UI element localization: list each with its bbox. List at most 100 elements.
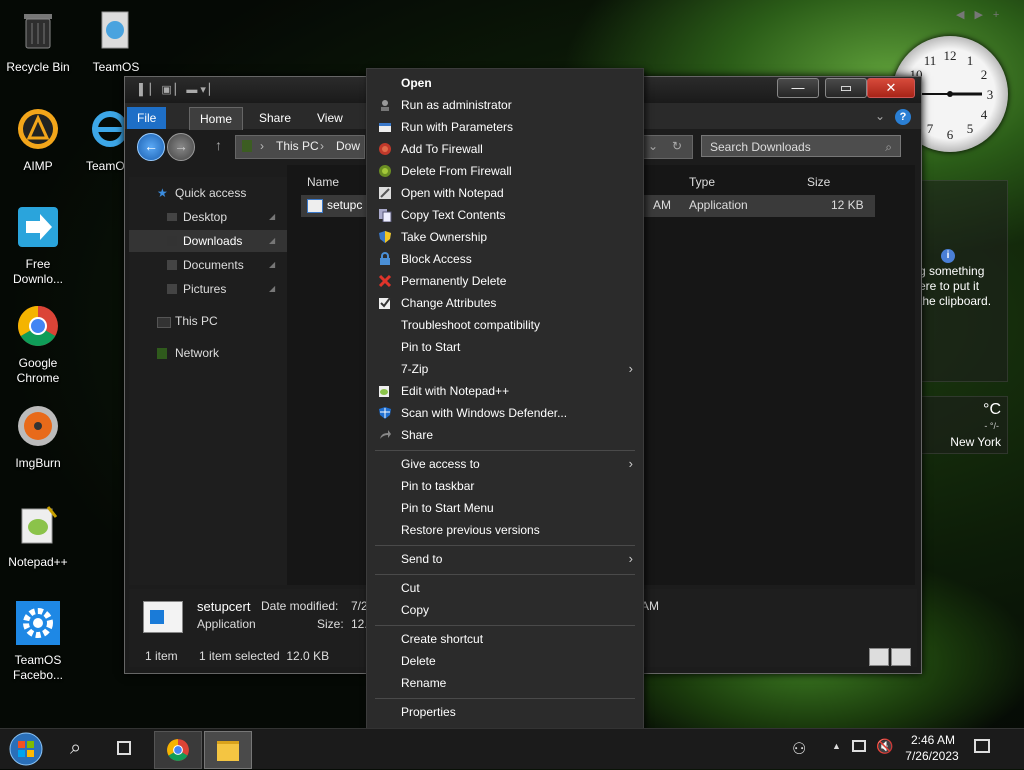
nav-documents[interactable]: Documents ◢ [129, 254, 287, 276]
menu-item-run-as-administrator[interactable]: Run as administrator [367, 94, 643, 116]
taskbar-chrome[interactable] [154, 731, 202, 769]
column-type[interactable]: Type [689, 171, 715, 193]
desktop-icon-teamos[interactable]: TeamOS [78, 8, 154, 75]
menu-item-share[interactable]: Share [367, 424, 643, 446]
search-button[interactable]: ⌕ [56, 731, 102, 767]
network-status-icon[interactable] [852, 740, 866, 752]
menu-item-give-access-to[interactable]: Give access to › [367, 453, 643, 475]
desktop-icon-label: ImgBurn [15, 456, 61, 470]
desktop-icon-teamos-facebook[interactable]: TeamOS Facebo... [0, 601, 76, 683]
menu-label: Create shortcut [401, 632, 484, 646]
ribbon-expand-icon[interactable]: ⌄ [875, 109, 885, 123]
menu-item-delete[interactable]: Delete [367, 650, 643, 672]
maximize-button[interactable]: ▭ [825, 78, 867, 98]
nav-label: Quick access [175, 186, 247, 200]
taskbar-date[interactable]: 7/26/2023 [900, 749, 964, 763]
desktop-icon-recycle-bin[interactable]: Recycle Bin [0, 8, 76, 75]
help-icon[interactable]: ? [895, 109, 911, 125]
red-x-icon [378, 274, 392, 288]
large-icons-view-icon[interactable] [891, 648, 911, 666]
menu-item-pin-to-start-menu[interactable]: Pin to Start Menu [367, 497, 643, 519]
menu-item-run-with-parameters[interactable]: Run with Parameters [367, 116, 643, 138]
desktop-icon-aimp[interactable]: AIMP [0, 107, 76, 174]
address-dropdown-icon[interactable]: ⌄ [648, 139, 658, 153]
menu-item-cut[interactable]: Cut [367, 577, 643, 599]
menu-item-copy-text-contents[interactable]: Copy Text Contents [367, 204, 643, 226]
desktop-icon-imgburn[interactable]: ImgBurn [0, 404, 76, 471]
context-menu: Open Run as administrator Run with Param… [366, 68, 644, 732]
menu-item-properties[interactable]: Properties [367, 701, 643, 723]
nav-network[interactable]: Network [129, 342, 287, 364]
nav-downloads[interactable]: Downloads ◢ [129, 230, 287, 252]
gadget-nav-arrows[interactable]: ◀▶+ [956, 8, 1009, 21]
search-icon[interactable]: ⌕ [885, 136, 892, 158]
menu-item-add-to-firewall[interactable]: Add To Firewall [367, 138, 643, 160]
svg-text:3: 3 [987, 87, 994, 102]
people-icon[interactable]: ⚇ [792, 739, 806, 759]
menu-label: Cut [401, 581, 420, 595]
menu-label: 7-Zip [401, 362, 429, 376]
tab-file[interactable]: File [127, 107, 167, 129]
task-view-button[interactable] [102, 731, 148, 767]
menu-item-restore-previous-versions[interactable]: Restore previous versions [367, 519, 643, 541]
back-button[interactable]: ← [137, 133, 165, 161]
desktop-icon-label: TeamOS [92, 60, 140, 74]
forward-button[interactable]: → [167, 133, 195, 161]
windows-orb-icon [9, 732, 43, 766]
breadcrumb-this-pc[interactable]: This PC [276, 139, 319, 153]
address-bar[interactable]: › This PC › Dow [235, 135, 365, 159]
nav-this-pc[interactable]: This PC [129, 310, 287, 332]
action-center-icon[interactable] [974, 739, 990, 753]
close-button[interactable]: ✕ [867, 78, 915, 98]
tab-view[interactable]: View [307, 107, 353, 129]
minimize-button[interactable]: — [777, 78, 819, 98]
menu-item-open-with-notepad[interactable]: Open with Notepad [367, 182, 643, 204]
address-bar-end[interactable]: ⌄ ↻ [643, 135, 693, 159]
tab-share[interactable]: Share [249, 107, 301, 129]
nav-desktop[interactable]: Desktop ◢ [129, 206, 287, 228]
breadcrumb-downloads[interactable]: Dow [336, 139, 360, 153]
svg-text:4: 4 [981, 107, 988, 122]
menu-item-send-to[interactable]: Send to › [367, 548, 643, 570]
menu-item-block-access[interactable]: Block Access [367, 248, 643, 270]
nav-label: Documents [183, 258, 244, 272]
up-button[interactable]: ↑ [215, 137, 222, 153]
menu-item-pin-to-start[interactable]: Pin to Start [367, 336, 643, 358]
nav-pictures[interactable]: Pictures ◢ [129, 278, 287, 300]
pictures-folder-icon [167, 284, 177, 294]
desktop-icon-google-chrome[interactable]: Google Chrome [0, 304, 76, 386]
menu-item-delete-from-firewall[interactable]: Delete From Firewall [367, 160, 643, 182]
clipboard-text: g something ere to put it the clipboard. [919, 264, 992, 308]
refresh-icon[interactable]: ↻ [672, 139, 682, 153]
menu-item-change-attributes[interactable]: Change Attributes [367, 292, 643, 314]
recycle-bin-icon [24, 14, 52, 49]
desktop-icon-label: Notepad++ [8, 555, 68, 569]
copy-text-icon [379, 209, 392, 222]
menu-item-edit-with-notepadpp[interactable]: Edit with Notepad++ [367, 380, 643, 402]
show-hidden-icons-icon[interactable]: ▲ [832, 741, 841, 751]
taskbar-time[interactable]: 2:46 AM [904, 733, 962, 747]
quick-access-toolbar[interactable]: ▌ ▏ ▣ ▏ ▬ ▾ ▏ [139, 83, 217, 96]
desktop-icon-notepadpp[interactable]: Notepad++ [0, 503, 76, 570]
menu-item-7zip[interactable]: 7-Zip › [367, 358, 643, 380]
menu-item-open[interactable]: Open [367, 72, 643, 94]
nav-quick-access[interactable]: ★ Quick access [129, 182, 287, 204]
desktop-icon-free-download[interactable]: Free Downlo... [0, 205, 76, 287]
menu-item-scan-with-defender[interactable]: Scan with Windows Defender... [367, 402, 643, 424]
menu-item-rename[interactable]: Rename [367, 672, 643, 694]
search-box[interactable]: Search Downloads ⌕ [701, 135, 901, 157]
menu-item-take-ownership[interactable]: Take Ownership [367, 226, 643, 248]
taskbar-file-explorer[interactable] [204, 731, 252, 769]
nav-label: Desktop [183, 210, 228, 224]
menu-item-pin-to-taskbar[interactable]: Pin to taskbar [367, 475, 643, 497]
menu-item-permanently-delete[interactable]: Permanently Delete [367, 270, 643, 292]
start-button[interactable] [4, 731, 50, 767]
volume-muted-icon[interactable]: 🔇 [876, 738, 893, 755]
details-view-icon[interactable] [869, 648, 889, 666]
menu-item-troubleshoot-compatibility[interactable]: Troubleshoot compatibility [367, 314, 643, 336]
column-name[interactable]: Name [307, 171, 339, 193]
menu-item-create-shortcut[interactable]: Create shortcut [367, 628, 643, 650]
menu-item-copy[interactable]: Copy [367, 599, 643, 621]
column-size[interactable]: Size [807, 171, 830, 193]
tab-home[interactable]: Home [189, 107, 244, 130]
